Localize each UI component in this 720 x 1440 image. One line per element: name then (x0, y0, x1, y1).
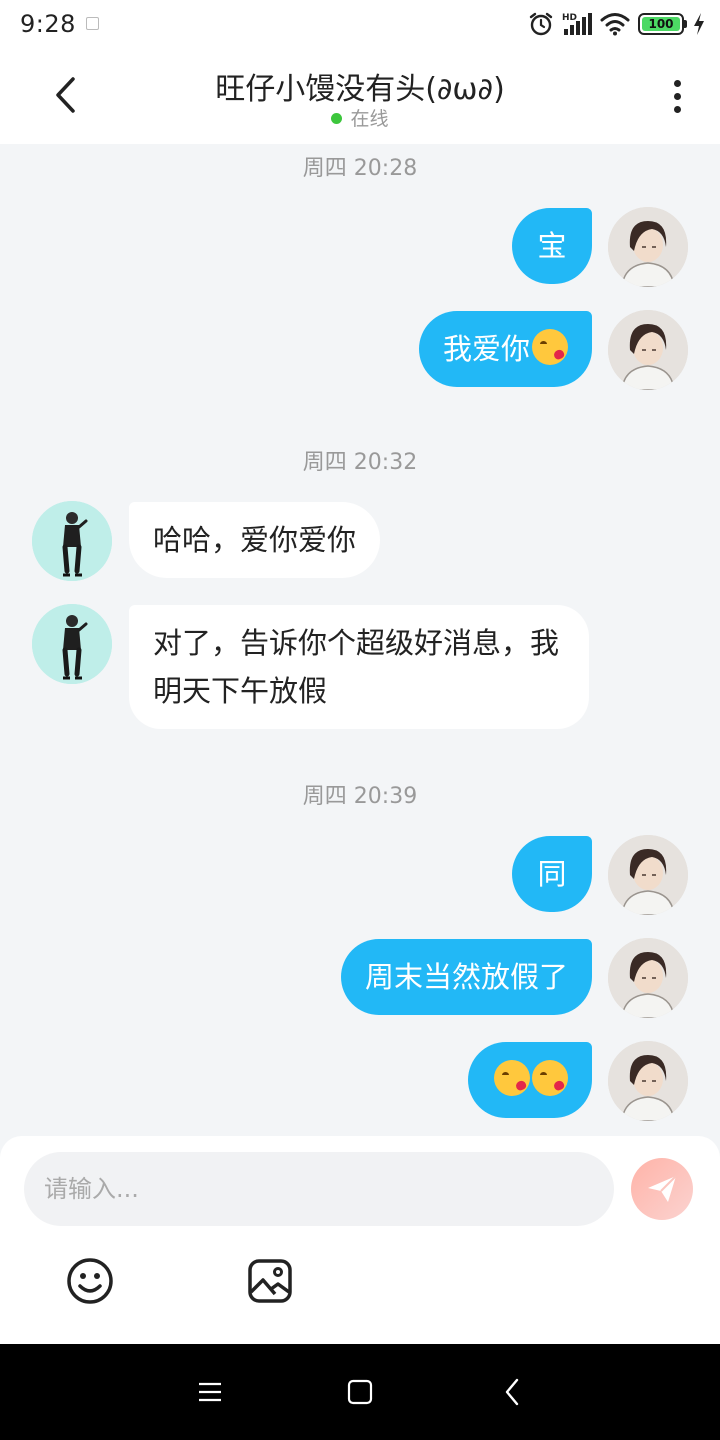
avatar-image-icon (32, 604, 112, 684)
send-button[interactable] (631, 1158, 693, 1220)
hd-signal-icon: HD (562, 13, 592, 35)
face-blowing-kiss-emoji-icon (532, 1060, 568, 1096)
emoji-button[interactable] (65, 1256, 115, 1306)
my-avatar[interactable] (608, 1041, 688, 1121)
my-avatar[interactable] (608, 835, 688, 915)
message-timestamp: 周四 20:28 (302, 156, 418, 181)
message-timestamp: 周四 20:39 (302, 784, 418, 809)
avatar-image-icon (608, 938, 688, 1018)
message-list[interactable]: 周四 20:28 宝 我爱你 周四 20:32 哈哈，爱你爱你 对了，告诉你个超… (0, 144, 720, 1136)
contact-avatar[interactable] (32, 501, 112, 581)
avatar-image-icon (608, 207, 688, 287)
online-status-text: 在线 (350, 108, 389, 130)
status-time: 9:28 (20, 10, 76, 38)
my-avatar[interactable] (608, 310, 688, 390)
message-bubble-sent[interactable]: 同 (512, 836, 592, 912)
avatar-image-icon (608, 310, 688, 390)
status-bar: 9:28 HD 100 (0, 0, 720, 50)
chat-header: 旺仔小馒没有头(∂ω∂) 在线 (0, 50, 720, 144)
online-dot-icon (331, 113, 343, 124)
menu-icon (199, 1382, 221, 1402)
image-button[interactable] (245, 1256, 295, 1306)
message-bubble-received[interactable]: 哈哈，爱你爱你 (129, 502, 381, 578)
message-bubble-sent[interactable]: 我爱你 (418, 311, 592, 387)
avatar-image-icon (32, 501, 112, 581)
contact-name: 旺仔小馒没有头(∂ω∂) (215, 72, 505, 107)
message-bubble-received[interactable]: 对了，告诉你个超级好消息，我明天下午放假 (129, 605, 589, 729)
message-bubble-sent[interactable]: 周末当然放假了 (340, 939, 592, 1015)
more-options-button[interactable] (662, 76, 692, 116)
avatar-image-icon (608, 835, 688, 915)
send-icon (648, 1175, 677, 1202)
online-status: 在线 (0, 104, 720, 131)
battery-icon: 100 (638, 13, 687, 35)
system-back-button[interactable] (492, 1372, 532, 1412)
message-bubble-sent[interactable] (468, 1042, 592, 1118)
status-icons: HD 100 (528, 10, 706, 38)
avatar-image-icon (608, 1041, 688, 1121)
input-panel (0, 1136, 720, 1344)
message-bubble-sent[interactable]: 宝 (512, 208, 592, 284)
alarm-icon (529, 12, 553, 36)
app-notification-icon (86, 17, 99, 30)
home-button[interactable] (340, 1372, 380, 1412)
message-input[interactable] (24, 1152, 614, 1226)
more-vertical-icon (673, 79, 681, 87)
home-icon (347, 1379, 373, 1405)
system-nav-bar (0, 1344, 720, 1440)
message-text: 我爱你 (442, 332, 530, 366)
charging-icon (694, 13, 704, 35)
my-avatar[interactable] (608, 207, 688, 287)
image-icon (248, 1259, 292, 1303)
my-avatar[interactable] (608, 938, 688, 1018)
message-timestamp: 周四 20:32 (302, 450, 418, 475)
battery-level: 100 (642, 17, 680, 31)
contact-avatar[interactable] (32, 604, 112, 684)
back-icon (505, 1378, 519, 1406)
wifi-icon (600, 13, 630, 36)
smiley-icon (67, 1258, 113, 1304)
face-blowing-kiss-emoji-icon (532, 329, 568, 365)
svg-text:HD: HD (562, 13, 577, 23)
recent-apps-button[interactable] (190, 1372, 230, 1412)
face-blowing-kiss-emoji-icon (494, 1060, 530, 1096)
